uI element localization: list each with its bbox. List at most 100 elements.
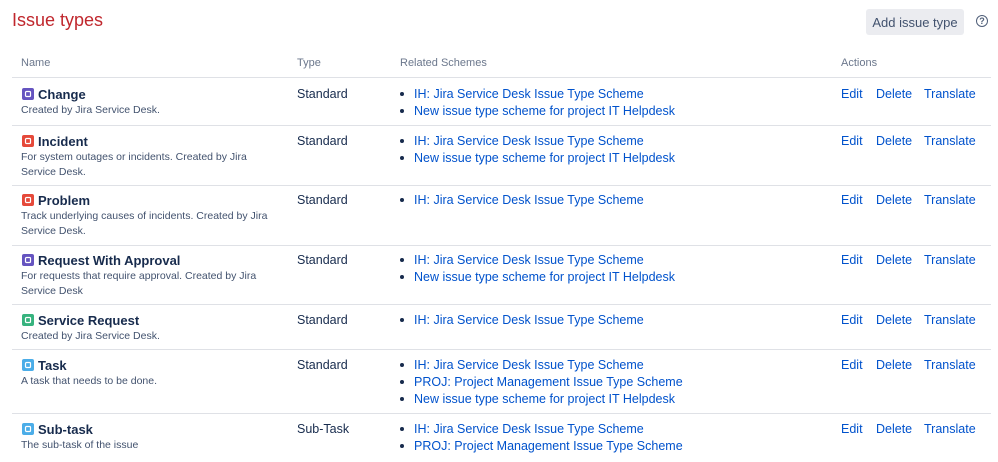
bullet-icon — [400, 363, 404, 367]
related-scheme-label: New issue type scheme for project IT Hel… — [414, 392, 675, 406]
related-scheme-label: IH: Jira Service Desk Issue Type Scheme — [414, 422, 644, 436]
related-scheme-label: New issue type scheme for project IT Hel… — [414, 270, 675, 284]
related-scheme-label: IH: Jira Service Desk Issue Type Scheme — [414, 134, 644, 148]
help-icon[interactable]: ? — [976, 15, 988, 27]
delete-link[interactable]: Delete — [876, 358, 912, 372]
edit-link[interactable]: Edit — [841, 134, 863, 148]
edit-link[interactable]: Edit — [841, 253, 863, 267]
bullet-icon — [400, 156, 404, 160]
issue-type-description: For system outages or incidents. Created… — [21, 151, 247, 178]
edit-link[interactable]: Edit — [841, 193, 863, 207]
issue-type-type: Standard — [297, 193, 348, 207]
delete-link[interactable]: Delete — [876, 87, 912, 101]
bullet-icon — [400, 380, 404, 384]
issue-type-type: Standard — [297, 134, 348, 148]
issue-type-type: Standard — [297, 253, 348, 267]
related-scheme-link[interactable]: PROJ: Project Management Issue Type Sche… — [400, 375, 683, 389]
edit-link[interactable]: Edit — [841, 87, 863, 101]
issue-type-description: A task that needs to be done. — [21, 375, 158, 387]
page-title: Issue types — [12, 10, 104, 30]
issue-type-description: Created by Jira Service Desk. — [21, 104, 160, 116]
edit-link[interactable]: Edit — [841, 422, 863, 436]
related-scheme-label: IH: Jira Service Desk Issue Type Scheme — [414, 313, 644, 327]
related-scheme-link[interactable]: IH: Jira Service Desk Issue Type Scheme — [400, 313, 644, 327]
translate-link[interactable]: Translate — [924, 253, 976, 267]
row-divider — [12, 245, 991, 246]
bullet-icon — [400, 139, 404, 143]
header-divider — [12, 77, 991, 78]
issue-type-type: Standard — [297, 313, 348, 327]
translate-link[interactable]: Translate — [924, 422, 976, 436]
related-scheme-label: PROJ: Project Management Issue Type Sche… — [414, 375, 683, 389]
issue-type-type: Sub-Task — [297, 422, 350, 436]
related-scheme-link[interactable]: IH: Jira Service Desk Issue Type Scheme — [400, 87, 644, 101]
related-scheme-link[interactable]: IH: Jira Service Desk Issue Type Scheme — [400, 193, 644, 207]
row-divider — [12, 125, 991, 126]
related-scheme-label: IH: Jira Service Desk Issue Type Scheme — [414, 193, 644, 207]
related-scheme-link[interactable]: IH: Jira Service Desk Issue Type Scheme — [400, 253, 644, 267]
bullet-icon — [400, 258, 404, 262]
bullet-icon — [400, 198, 404, 202]
bullet-icon — [400, 318, 404, 322]
issue-type-name: Change — [38, 87, 86, 102]
issue-type-description: Track underlying causes of incidents. Cr… — [21, 210, 268, 237]
translate-link[interactable]: Translate — [924, 358, 976, 372]
issue-type-name: Service Request — [38, 313, 140, 328]
issue-type-type: Standard — [297, 358, 348, 372]
related-scheme-label: IH: Jira Service Desk Issue Type Scheme — [414, 358, 644, 372]
column-header-name: Name — [21, 57, 51, 69]
delete-link[interactable]: Delete — [876, 253, 912, 267]
translate-link[interactable]: Translate — [924, 313, 976, 327]
related-scheme-link[interactable]: New issue type scheme for project IT Hel… — [400, 151, 675, 165]
related-scheme-label: IH: Jira Service Desk Issue Type Scheme — [414, 253, 644, 267]
row-divider — [12, 349, 991, 350]
related-scheme-link[interactable]: New issue type scheme for project IT Hel… — [400, 392, 675, 406]
delete-link[interactable]: Delete — [876, 422, 912, 436]
add-issue-type-button[interactable]: Add issue type — [866, 9, 964, 35]
bullet-icon — [400, 92, 404, 96]
problem-icon — [22, 194, 34, 206]
related-scheme-label: New issue type scheme for project IT Hel… — [414, 151, 675, 165]
related-scheme-link[interactable]: IH: Jira Service Desk Issue Type Scheme — [400, 134, 644, 148]
issue-type-name: Task — [38, 358, 67, 373]
related-scheme-link[interactable]: New issue type scheme for project IT Hel… — [400, 270, 675, 284]
row-divider — [12, 185, 991, 186]
issue-type-name: Incident — [38, 134, 88, 149]
translate-link[interactable]: Translate — [924, 87, 976, 101]
edit-link[interactable]: Edit — [841, 358, 863, 372]
bullet-icon — [400, 397, 404, 401]
bullet-icon — [400, 444, 404, 448]
translate-link[interactable]: Translate — [924, 193, 976, 207]
related-scheme-label: PROJ: Project Management Issue Type Sche… — [414, 439, 683, 453]
column-header-actions: Actions — [841, 57, 878, 69]
task-icon — [22, 359, 34, 371]
issue-type-description: For requests that require approval. Crea… — [21, 270, 257, 297]
row-divider — [12, 413, 991, 414]
related-scheme-link[interactable]: PROJ: Project Management Issue Type Sche… — [400, 439, 683, 453]
related-scheme-link[interactable]: IH: Jira Service Desk Issue Type Scheme — [400, 358, 644, 372]
issue-type-name: Request With Approval — [38, 253, 181, 268]
issue-type-name: Problem — [38, 193, 91, 208]
related-scheme-link[interactable]: New issue type scheme for project IT Hel… — [400, 104, 675, 118]
edit-link[interactable]: Edit — [841, 313, 863, 327]
subtask-icon — [22, 423, 34, 435]
related-scheme-label: New issue type scheme for project IT Hel… — [414, 104, 675, 118]
issue-type-name: Sub-task — [38, 422, 93, 437]
issue-type-description: Created by Jira Service Desk. — [21, 330, 160, 342]
row-divider — [12, 304, 991, 305]
translate-link[interactable]: Translate — [924, 134, 976, 148]
incident-icon — [22, 135, 34, 147]
request-approval-icon — [22, 254, 34, 266]
related-scheme-label: IH: Jira Service Desk Issue Type Scheme — [414, 87, 644, 101]
column-header-related-schemes: Related Schemes — [400, 57, 487, 69]
related-scheme-link[interactable]: IH: Jira Service Desk Issue Type Scheme — [400, 422, 644, 436]
service-request-icon — [22, 314, 34, 326]
issue-type-type: Standard — [297, 87, 348, 101]
delete-link[interactable]: Delete — [876, 193, 912, 207]
bullet-icon — [400, 427, 404, 431]
issue-type-description: The sub-task of the issue — [21, 439, 139, 451]
delete-link[interactable]: Delete — [876, 134, 912, 148]
delete-link[interactable]: Delete — [876, 313, 912, 327]
bullet-icon — [400, 275, 404, 279]
change-icon — [22, 88, 34, 100]
